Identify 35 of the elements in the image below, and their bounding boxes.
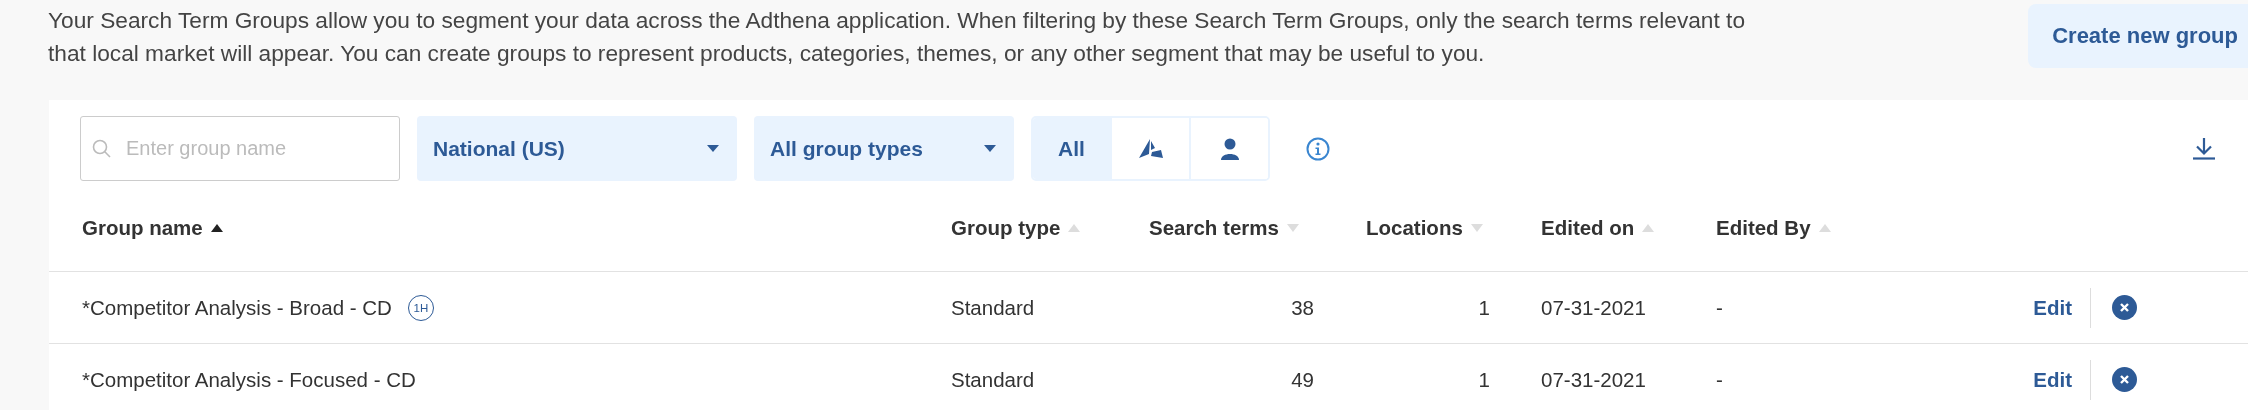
column-header[interactable]: Search terms: [1149, 215, 1341, 240]
edited-date: 07-31-2021: [1541, 367, 1647, 392]
create-group-button[interactable]: Create new group: [2028, 4, 2248, 68]
dropdown[interactable]: All group types: [754, 116, 1014, 181]
search-terms-count: 49: [1291, 367, 1314, 391]
person-icon: [1219, 137, 1240, 160]
editor: -: [1716, 367, 1723, 391]
edit-link[interactable]: Edit: [2033, 287, 2091, 328]
triangle-icon: [1137, 138, 1164, 159]
download-icon[interactable]: [2192, 137, 2216, 160]
edited-date: 07-31-2021: [1541, 295, 1647, 320]
search-icon: [92, 139, 111, 158]
group-type: Standard: [951, 367, 1036, 392]
caret-icon: [984, 145, 996, 152]
column-header[interactable]: Group name: [82, 215, 951, 240]
info-icon: [1306, 136, 1330, 161]
group-type: Standard: [951, 295, 1036, 320]
search-terms-count: 38: [1291, 295, 1314, 319]
column-header[interactable]: Edited By: [1716, 215, 2011, 240]
search-field[interactable]: Enter group name: [80, 116, 400, 181]
column-header[interactable]: Locations: [1341, 215, 1541, 240]
column-header[interactable]: Group type: [951, 215, 1149, 240]
locations-count: 1: [1478, 295, 1490, 319]
caret-icon: [707, 145, 719, 152]
locations-count: 1: [1478, 367, 1490, 391]
segment-tab[interactable]: All: [1033, 118, 1112, 179]
intro-text: Your Search Term Groups allow you to segment your data across the Adthena application. When filtering by these Search Term Groups, only the search terms relevant to that local market will appear. You can create groups to represent products, categories, themes, or any other segment that may be useful to you.: [48, 6, 1746, 68]
delete-icon[interactable]: [2112, 295, 2137, 320]
delete-icon[interactable]: [2112, 367, 2137, 392]
group-name: *Competitor Analysis - Broad - CD: [82, 295, 392, 320]
dropdown[interactable]: National (US): [417, 116, 737, 181]
edit-link[interactable]: Edit: [2033, 359, 2091, 400]
editor: -: [1716, 295, 1723, 319]
group-name: *Competitor Analysis - Focused - CD: [82, 367, 416, 392]
column-header[interactable]: Edited on: [1541, 215, 1716, 240]
